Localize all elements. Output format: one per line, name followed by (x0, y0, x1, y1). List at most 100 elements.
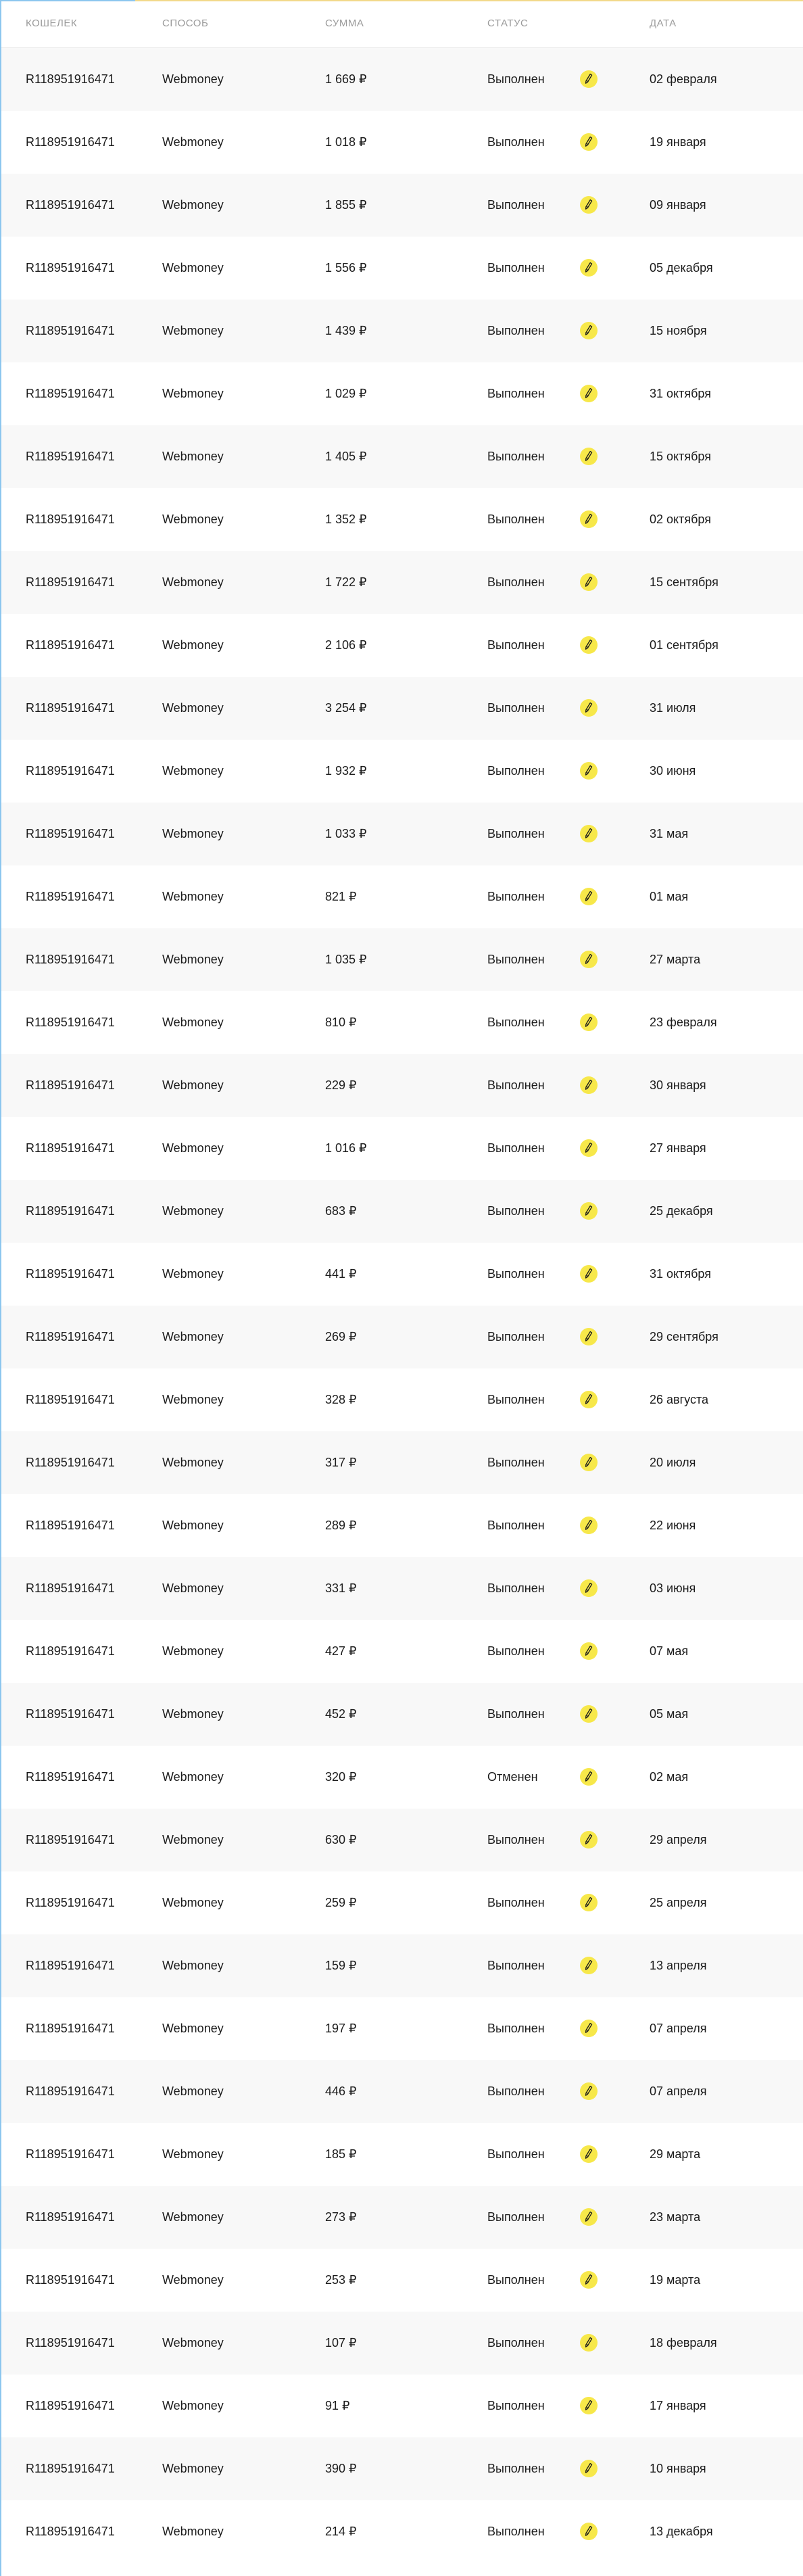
cell-sum: 91 ₽ (325, 2399, 350, 2412)
cell-wallet: R118951916471 (26, 1204, 115, 1218)
status-info-icon[interactable] (580, 573, 598, 591)
status-info-icon[interactable] (580, 1328, 598, 1345)
table-row: R118951916471 Webmoney 331 ₽ Выполнен 03 июн… (1, 1557, 803, 1620)
cell-sum: 214 ₽ (325, 2525, 357, 2538)
status-info-icon[interactable] (580, 2460, 598, 2477)
cell-method: Webmoney (162, 1393, 224, 1406)
status-info-icon[interactable] (580, 2082, 598, 2100)
cell-sum: 1 932 ₽ (325, 764, 367, 778)
cell-date: 17 января (650, 2399, 706, 2412)
status-info-icon[interactable] (580, 2523, 598, 2540)
cell-wallet: R118951916471 (26, 1267, 115, 1281)
status-info-icon[interactable] (580, 1454, 598, 1471)
cell-sum: 1 029 ₽ (325, 387, 367, 400)
status-info-icon[interactable] (580, 133, 598, 151)
status-info-icon[interactable] (580, 2020, 598, 2037)
cell-date: 05 декабря (650, 261, 713, 275)
status-info-icon[interactable] (580, 2208, 598, 2226)
table-row: R118951916471 Webmoney 214 ₽ Выполнен 13 дек… (1, 2500, 803, 2563)
cell-wallet: R118951916471 (26, 2336, 115, 2350)
cell-status: Выполнен (487, 1959, 545, 1972)
status-info-icon[interactable] (580, 1957, 598, 1974)
status-info-icon[interactable] (580, 888, 598, 905)
status-info-icon[interactable] (580, 1642, 598, 1660)
cell-wallet: R118951916471 (26, 324, 115, 337)
status-info-icon[interactable] (580, 1076, 598, 1094)
status-info-icon[interactable] (580, 1705, 598, 1723)
cell-date: 05 мая (650, 1707, 689, 1721)
cell-date: 29 марта (650, 2147, 701, 2161)
cell-status: Выполнен (487, 2525, 545, 2538)
status-info-icon[interactable] (580, 70, 598, 88)
status-info-icon[interactable] (580, 1894, 598, 1911)
status-info-icon[interactable] (580, 1831, 598, 1848)
status-info-icon[interactable] (580, 259, 598, 277)
status-info-icon[interactable] (580, 1391, 598, 1408)
status-info-icon[interactable] (580, 2271, 598, 2289)
cell-status: Выполнен (487, 827, 545, 840)
cell-sum: 253 ₽ (325, 2273, 357, 2287)
status-info-icon[interactable] (580, 699, 598, 717)
cell-date: 02 февраля (650, 72, 717, 86)
status-info-icon[interactable] (580, 2145, 598, 2163)
cell-method: Webmoney (162, 450, 224, 463)
status-info-icon[interactable] (580, 1768, 598, 1786)
cell-wallet: R118951916471 (26, 1393, 115, 1406)
cell-method: Webmoney (162, 135, 224, 149)
cell-method: Webmoney (162, 261, 224, 275)
cell-sum: 107 ₽ (325, 2336, 357, 2350)
status-info-icon[interactable] (580, 385, 598, 402)
cell-sum: 2 106 ₽ (325, 638, 367, 652)
status-info-icon[interactable] (580, 1139, 598, 1157)
cell-method: Webmoney (162, 1519, 224, 1532)
cell-sum: 441 ₽ (325, 1267, 357, 1281)
cell-sum: 630 ₽ (325, 1833, 357, 1846)
status-info-icon[interactable] (580, 322, 598, 339)
cell-method: Webmoney (162, 1581, 224, 1595)
status-info-icon[interactable] (580, 1579, 598, 1597)
cell-method: Webmoney (162, 2084, 224, 2098)
cell-method: Webmoney (162, 1896, 224, 1909)
cell-status: Выполнен (487, 1581, 545, 1595)
cell-status: Выполнен (487, 1078, 545, 1092)
status-info-icon[interactable] (580, 1517, 598, 1534)
cell-wallet: R118951916471 (26, 2273, 115, 2287)
cell-method: Webmoney (162, 2462, 224, 2475)
status-info-icon[interactable] (580, 2397, 598, 2414)
status-info-icon[interactable] (580, 448, 598, 465)
status-info-icon[interactable] (580, 825, 598, 842)
cell-wallet: R118951916471 (26, 1330, 115, 1343)
cell-wallet: R118951916471 (26, 764, 115, 778)
status-info-icon[interactable] (580, 762, 598, 780)
status-info-icon[interactable] (580, 1265, 598, 1283)
cell-date: 20 июля (650, 1456, 696, 1469)
cell-status: Выполнен (487, 1519, 545, 1532)
table-row: R118951916471 Webmoney 452 ₽ Выполнен 05 мая (1, 1683, 803, 1746)
cell-method: Webmoney (162, 1204, 224, 1218)
status-info-icon[interactable] (580, 636, 598, 654)
cell-date: 13 декабря (650, 2525, 713, 2538)
status-info-icon[interactable] (580, 510, 598, 528)
cell-sum: 229 ₽ (325, 1078, 357, 1092)
cell-date: 22 июня (650, 1519, 696, 1532)
cell-status: Выполнен (487, 2210, 545, 2224)
cell-wallet: R118951916471 (26, 1016, 115, 1029)
status-info-icon[interactable] (580, 951, 598, 968)
status-info-icon[interactable] (580, 1202, 598, 1220)
table-row: R118951916471 Webmoney 159 ₽ Выполнен 13 апр… (1, 1934, 803, 1997)
cell-sum: 390 ₽ (325, 2462, 357, 2475)
cell-wallet: R118951916471 (26, 575, 115, 589)
status-info-icon[interactable] (580, 196, 598, 214)
cell-method: Webmoney (162, 764, 224, 778)
cell-status: Выполнен (487, 2399, 545, 2412)
table-row: R118951916471 Webmoney 3 254 ₽ Выполнен 31 и… (1, 677, 803, 740)
cell-method: Webmoney (162, 1833, 224, 1846)
status-info-icon[interactable] (580, 1013, 598, 1031)
status-info-icon[interactable] (580, 2334, 598, 2352)
cell-method: Webmoney (162, 512, 224, 526)
cell-date: 01 мая (650, 890, 689, 903)
cell-sum: 1 722 ₽ (325, 575, 367, 589)
cell-method: Webmoney (162, 1959, 224, 1972)
cell-status: Выполнен (487, 2273, 545, 2287)
table-row: R118951916471 Webmoney 185 ₽ Выполнен 29 мар… (1, 2123, 803, 2186)
